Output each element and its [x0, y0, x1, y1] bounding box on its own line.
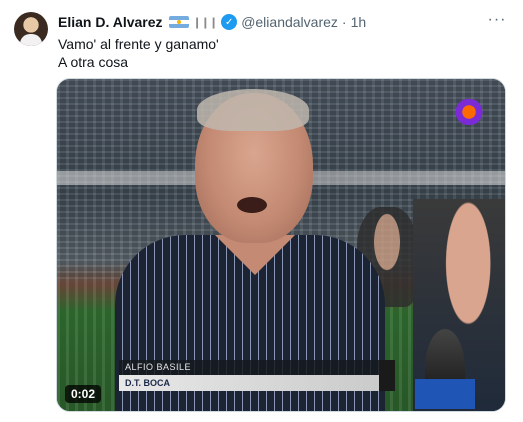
lower-third-title: D.T. BOCA — [119, 375, 395, 391]
verified-badge-icon: ✓ — [221, 14, 238, 30]
lower-third-badge — [379, 360, 395, 391]
sound-wave-icon: ❙❙❙ — [192, 16, 219, 29]
lower-third-caption: ALFIO BASILE D.T. BOCA — [119, 360, 395, 391]
display-name[interactable]: Elian D. Alvarez — [58, 14, 163, 30]
microphone-flag — [415, 379, 475, 409]
video-duration-badge: 0:02 — [65, 385, 102, 403]
tweet-text-line: A otra cosa — [58, 54, 129, 70]
separator-dot: · — [341, 14, 347, 30]
lower-third-name: ALFIO BASILE — [119, 360, 395, 375]
more-options-button[interactable]: ··· — [485, 10, 509, 30]
hair — [197, 89, 309, 131]
tweet-text: Vamo' al frente y ganamo' A otra cosa — [58, 35, 219, 71]
handle[interactable]: @eliandalvarez — [241, 14, 338, 30]
mouth — [237, 197, 267, 213]
timestamp-link[interactable]: 1h — [351, 14, 367, 30]
tweet[interactable]: Elian D. Alvarez ❙❙❙ ✓ @eliandalvarez · … — [0, 0, 523, 422]
argentina-flag-icon — [168, 16, 189, 28]
avatar[interactable] — [14, 12, 48, 46]
tweet-text-line: Vamo' al frente y ganamo' — [58, 36, 219, 52]
tv-channel-logo — [451, 99, 487, 125]
tweet-header: Elian D. Alvarez ❙❙❙ ✓ @eliandalvarez · … — [58, 12, 366, 32]
video-player[interactable]: ALFIO BASILE D.T. BOCA 0:02 — [56, 78, 506, 412]
